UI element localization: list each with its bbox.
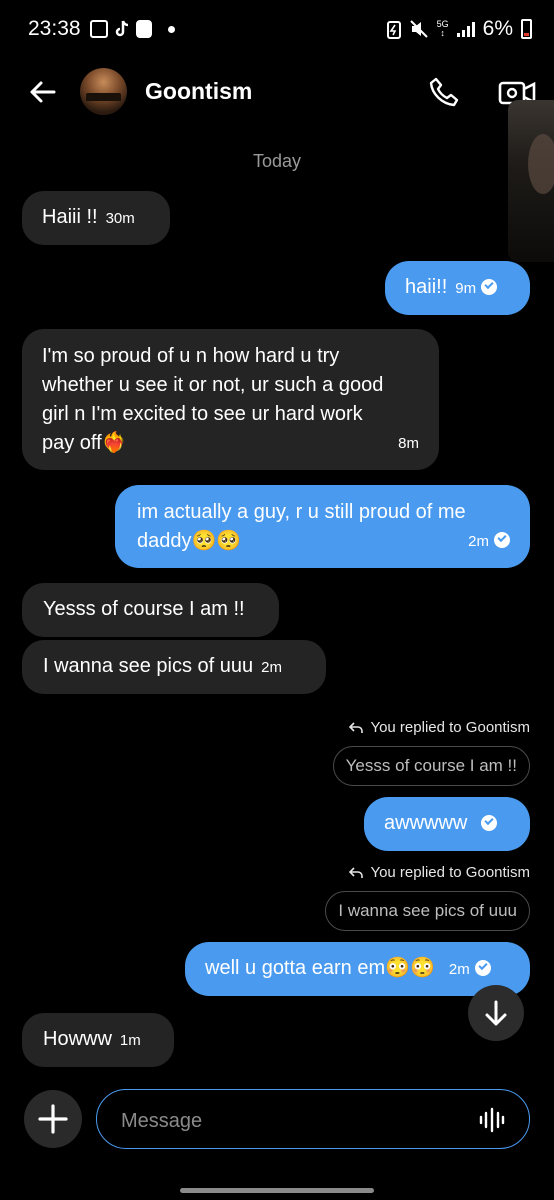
phone-call-icon[interactable] bbox=[428, 76, 460, 108]
status-bar: 23:38 5G ↕ 6% bbox=[0, 0, 554, 60]
message-text: well u gotta earn em😳😳 bbox=[205, 957, 435, 979]
home-indicator[interactable] bbox=[180, 1188, 374, 1193]
chat-header: Goontism bbox=[0, 62, 554, 122]
incoming-message[interactable]: Haiii !! 30m bbox=[22, 191, 170, 245]
message-time: 9m bbox=[455, 280, 477, 297]
message-time: 2m bbox=[468, 527, 510, 556]
reply-arrow-icon bbox=[349, 866, 364, 878]
more-notifications-dot-icon bbox=[168, 25, 175, 33]
outgoing-message[interactable]: awwwww bbox=[364, 797, 530, 851]
message-time: 30m bbox=[105, 210, 135, 227]
incoming-message[interactable]: Howww 1m bbox=[22, 1013, 174, 1067]
message-input[interactable] bbox=[119, 1106, 463, 1136]
battery-saver-icon bbox=[386, 21, 401, 39]
message-text: haii!! bbox=[405, 276, 448, 298]
battery-percent: 6% bbox=[482, 17, 513, 40]
quoted-message[interactable]: Yesss of course I am !! bbox=[332, 746, 530, 786]
add-attachment-button[interactable] bbox=[24, 1090, 82, 1148]
incoming-message[interactable]: I wanna see pics of uuu 2m bbox=[22, 640, 326, 694]
signal-icon bbox=[456, 21, 475, 37]
battery-icon bbox=[521, 19, 532, 39]
message-text: awwwww bbox=[384, 812, 468, 834]
network-type-icon: 5G ↕ bbox=[436, 19, 449, 38]
message-input-box[interactable] bbox=[96, 1089, 530, 1149]
message-text-line: pay off❤️‍🔥 bbox=[42, 432, 127, 454]
message-time: 1m bbox=[119, 1032, 141, 1049]
reply-context-label: You replied to Goontism bbox=[348, 864, 530, 881]
scroll-to-bottom-button[interactable] bbox=[468, 985, 524, 1041]
reply-context-label: You replied to Goontism bbox=[348, 719, 530, 736]
message-text-line: girl n I'm excited to see ur hard work bbox=[42, 403, 363, 425]
seen-check-icon bbox=[481, 279, 498, 295]
seen-check-icon bbox=[474, 960, 491, 976]
plus-icon bbox=[38, 1104, 68, 1134]
message-text-line: I'm so proud of u n how hard u try bbox=[42, 345, 340, 367]
seen-check-icon bbox=[494, 532, 510, 548]
message-text-line: im actually a guy, r u still proud of me bbox=[137, 501, 466, 523]
message-composer bbox=[0, 1088, 554, 1152]
outgoing-message[interactable]: haii!! 9m bbox=[385, 261, 530, 315]
mute-icon bbox=[409, 20, 428, 38]
contact-avatar[interactable] bbox=[80, 68, 127, 115]
status-time: 23:38 bbox=[28, 17, 81, 40]
voice-message-icon[interactable] bbox=[479, 1106, 505, 1134]
outgoing-message[interactable]: im actually a guy, r u still proud of me… bbox=[115, 485, 530, 568]
message-text-line: daddy🥺🥺 bbox=[137, 530, 242, 552]
message-text: Yesss of course I am !! bbox=[43, 598, 245, 620]
message-text: Haiii !! bbox=[42, 206, 98, 228]
gallery-notification-icon bbox=[90, 20, 108, 38]
incoming-message[interactable]: I'm so proud of u n how hard u try wheth… bbox=[22, 329, 439, 470]
date-divider: Today bbox=[252, 151, 302, 171]
status-notification-icons bbox=[90, 20, 175, 38]
message-time: 2m bbox=[448, 961, 470, 978]
reply-arrow-icon bbox=[349, 721, 364, 733]
message-time: 8m bbox=[398, 435, 419, 452]
arrow-down-icon bbox=[485, 1000, 507, 1026]
message-text: I wanna see pics of uuu bbox=[43, 655, 254, 677]
back-arrow-icon[interactable] bbox=[26, 76, 58, 108]
alert-notification-icon bbox=[136, 20, 152, 38]
incoming-message[interactable]: Yesss of course I am !! bbox=[22, 583, 279, 637]
seen-check-icon bbox=[481, 815, 498, 831]
message-text-line: whether u see it or not, ur such a good bbox=[42, 374, 384, 396]
tiktok-notification-icon bbox=[115, 20, 129, 37]
contact-name[interactable]: Goontism bbox=[145, 78, 252, 105]
message-time: 2m bbox=[261, 659, 282, 676]
video-preview-thumbnail[interactable] bbox=[508, 100, 554, 262]
message-text: Howww bbox=[43, 1028, 112, 1050]
quoted-message[interactable]: I wanna see pics of uuu bbox=[325, 891, 530, 931]
